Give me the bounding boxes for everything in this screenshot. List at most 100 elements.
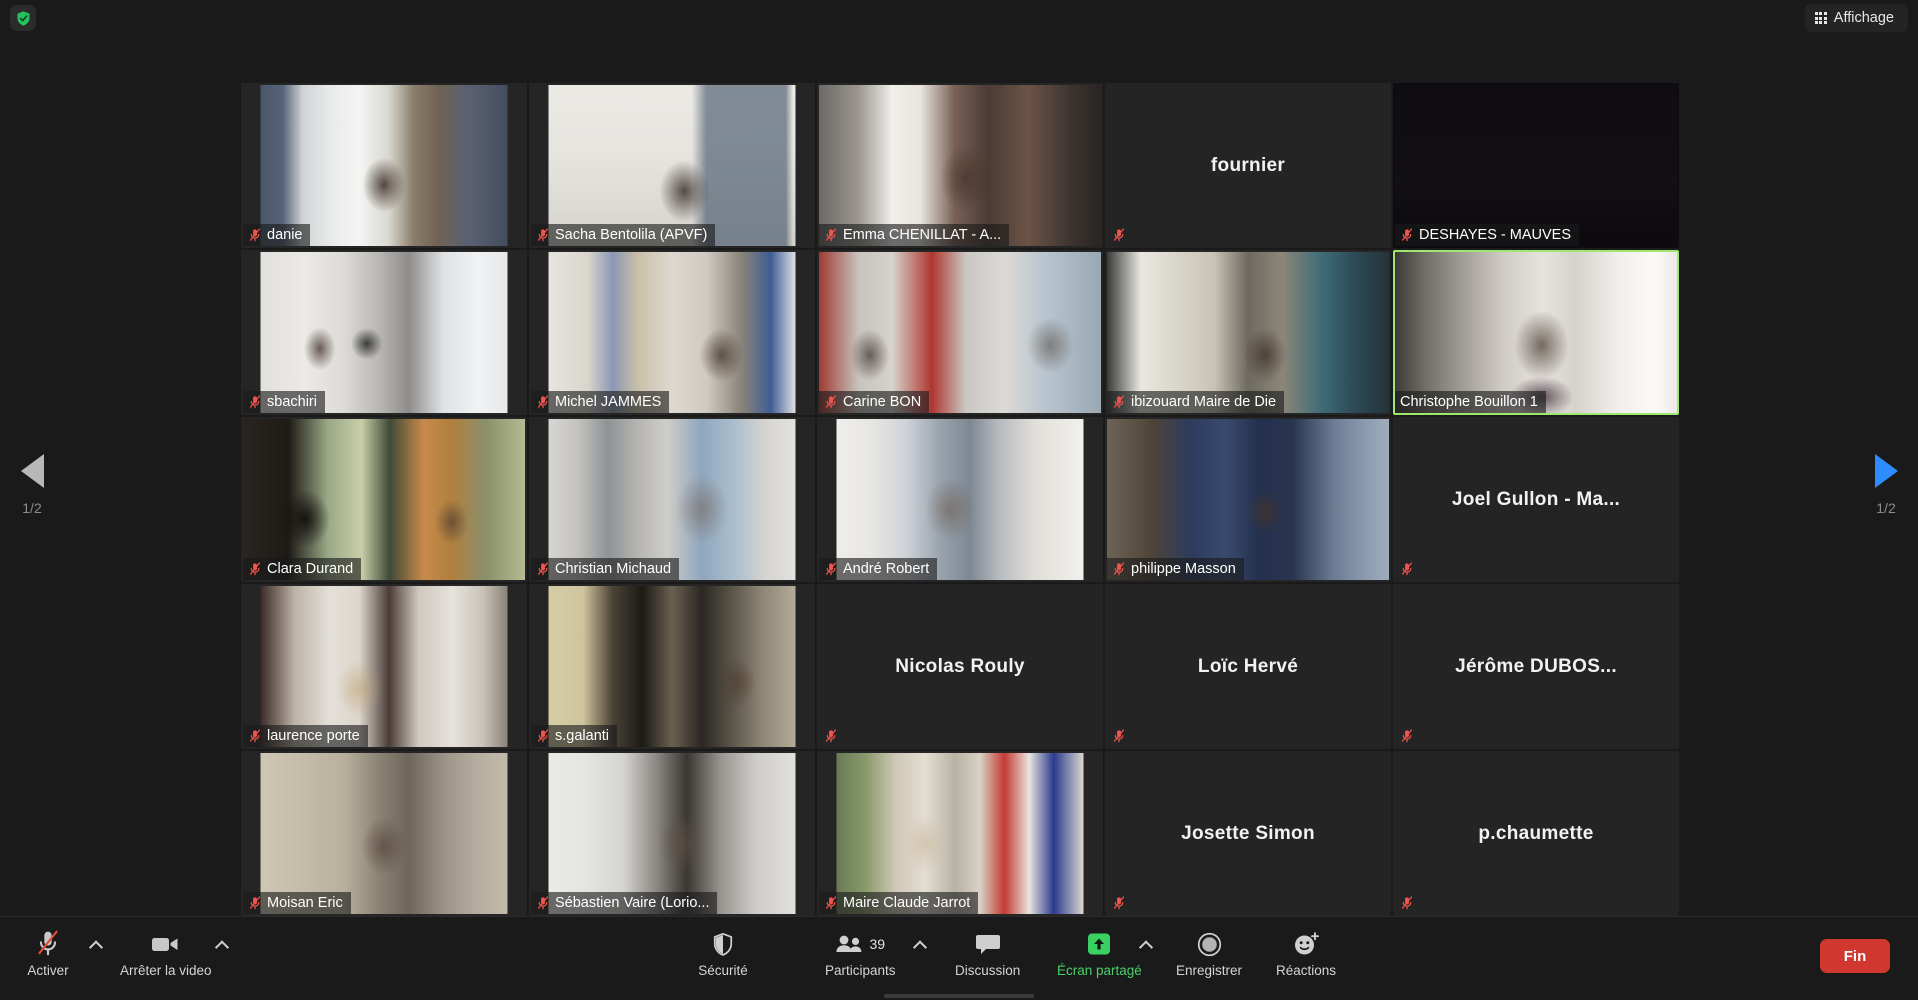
- audio-options-caret[interactable]: [89, 939, 103, 953]
- participants-icon: [836, 935, 862, 952]
- participant-name-plate: Michel JAMMES: [531, 391, 670, 413]
- muted-microphone-icon: [1113, 729, 1125, 743]
- mute-indicator: [1395, 892, 1417, 914]
- participant-video: [1107, 252, 1389, 413]
- participant-tile[interactable]: s.galanti: [529, 584, 815, 749]
- security-shield-badge[interactable]: [10, 5, 36, 31]
- mute-indicator: [1395, 725, 1417, 747]
- participant-center-name: p.chaumette: [1478, 822, 1594, 844]
- participant-tile[interactable]: ibizouard Maire de Die: [1105, 250, 1391, 415]
- participant-name: Christian Michaud: [555, 561, 672, 577]
- participant-video: [531, 252, 813, 413]
- muted-microphone-icon: [825, 896, 837, 910]
- participant-video: [819, 419, 1101, 580]
- chat-button[interactable]: Discussion: [955, 927, 1020, 978]
- participant-tile[interactable]: DESHAYES - MAUVES: [1393, 83, 1679, 248]
- muted-microphone-icon: [1401, 896, 1413, 910]
- participants-button[interactable]: 39 Participants: [825, 927, 896, 978]
- participant-video: [531, 586, 813, 747]
- mute-indicator: [1107, 725, 1129, 747]
- muted-microphone-icon: [249, 729, 261, 743]
- participant-tile[interactable]: Sébastien Vaire (Lorio...: [529, 751, 815, 916]
- mute-button[interactable]: Activer: [22, 927, 74, 978]
- participant-tile[interactable]: Joel Gullon - Ma...: [1393, 417, 1679, 582]
- participant-tile[interactable]: Moisan Eric: [241, 751, 527, 916]
- home-indicator: [884, 994, 1034, 998]
- participant-name: philippe Masson: [1131, 561, 1236, 577]
- participant-center-name: Joel Gullon - Ma...: [1451, 488, 1621, 510]
- muted-microphone-icon: [249, 395, 261, 409]
- participant-tile[interactable]: danie: [241, 83, 527, 248]
- view-button-label: Affichage: [1833, 10, 1894, 26]
- video-options-caret[interactable]: [215, 939, 229, 953]
- share-screen-icon: [1085, 927, 1113, 961]
- previous-page-button[interactable]: 1/2: [2, 454, 62, 516]
- participant-name: Christophe Bouillon 1: [1400, 394, 1538, 410]
- participants-button-label: Participants: [825, 963, 896, 978]
- participant-name-plate: André Robert: [819, 558, 938, 580]
- muted-microphone-icon: [1401, 729, 1413, 743]
- participant-name-plate: Moisan Eric: [243, 892, 351, 914]
- participant-name-plate: DESHAYES - MAUVES: [1395, 224, 1580, 246]
- participant-name-plate: laurence porte: [243, 725, 368, 747]
- next-page-button[interactable]: 1/2: [1856, 454, 1916, 516]
- participant-name: ibizouard Maire de Die: [1131, 394, 1277, 410]
- participant-tile[interactable]: Jérôme DUBOS...: [1393, 584, 1679, 749]
- record-button[interactable]: Enregistrer: [1176, 927, 1242, 978]
- participant-tile[interactable]: Loïc Hervé: [1105, 584, 1391, 749]
- participant-name-plate: Sébastien Vaire (Lorio...: [531, 892, 718, 914]
- participant-tile[interactable]: Nicolas Rouly: [817, 584, 1103, 749]
- participant-video: [819, 85, 1101, 246]
- participant-tile[interactable]: Clara Durand: [241, 417, 527, 582]
- participant-tile[interactable]: Josette Simon: [1105, 751, 1391, 916]
- participant-tile[interactable]: Emma CHENILLAT - A...: [817, 83, 1103, 248]
- end-meeting-label: Fin: [1843, 947, 1867, 965]
- participant-tile[interactable]: André Robert: [817, 417, 1103, 582]
- participant-tile[interactable]: Sacha Bentolila (APVF): [529, 83, 815, 248]
- end-meeting-button[interactable]: Fin: [1820, 939, 1890, 973]
- reactions-button-label: Réactions: [1276, 963, 1337, 978]
- participant-tile[interactable]: p.chaumette: [1393, 751, 1679, 916]
- record-button-label: Enregistrer: [1176, 963, 1243, 978]
- participant-name: danie: [267, 227, 303, 243]
- participant-name: Michel JAMMES: [555, 394, 662, 410]
- pager-left-label: 1/2: [22, 500, 42, 516]
- security-button-label: Sécurité: [698, 963, 748, 978]
- participant-tile[interactable]: fournier: [1105, 83, 1391, 248]
- participant-tile[interactable]: sbachiri: [241, 250, 527, 415]
- participant-name: Clara Durand: [267, 561, 354, 577]
- reactions-button[interactable]: Réactions: [1276, 927, 1336, 978]
- participant-tile[interactable]: Christian Michaud: [529, 417, 815, 582]
- participant-video: [243, 753, 525, 914]
- participant-tile[interactable]: Maire Claude Jarrot: [817, 751, 1103, 916]
- participant-name-plate: philippe Masson: [1107, 558, 1244, 580]
- participant-tile[interactable]: Christophe Bouillon 1: [1393, 250, 1679, 415]
- smiley-plus-icon: [1292, 927, 1320, 961]
- muted-microphone-icon: [825, 562, 837, 576]
- stop-video-button[interactable]: Arrêter la video: [120, 927, 212, 978]
- participant-name-plate: s.galanti: [531, 725, 618, 747]
- participant-tile[interactable]: Carine BON: [817, 250, 1103, 415]
- participant-video: [243, 419, 525, 580]
- share-options-caret[interactable]: [1139, 939, 1153, 953]
- mute-indicator: [1107, 892, 1129, 914]
- participant-video: [243, 85, 525, 246]
- chat-bubble-icon: [975, 927, 1001, 961]
- security-button[interactable]: Sécurité: [697, 927, 749, 978]
- participants-options-caret[interactable]: [913, 939, 927, 953]
- participant-tile[interactable]: laurence porte: [241, 584, 527, 749]
- participant-name: Carine BON: [843, 394, 922, 410]
- pager-right-label: 1/2: [1876, 500, 1896, 516]
- share-screen-button-label: Écran partagé: [1057, 963, 1142, 978]
- participant-name-plate: Christophe Bouillon 1: [1395, 391, 1546, 413]
- share-screen-button[interactable]: Écran partagé: [1057, 927, 1142, 978]
- muted-microphone-icon: [825, 729, 837, 743]
- participant-tile[interactable]: Michel JAMMES: [529, 250, 815, 415]
- participant-name-plate: Maire Claude Jarrot: [819, 892, 979, 914]
- participant-tile[interactable]: philippe Masson: [1105, 417, 1391, 582]
- view-button[interactable]: Affichage: [1804, 4, 1908, 32]
- muted-microphone-icon: [825, 228, 837, 242]
- muted-microphone-icon: [249, 896, 261, 910]
- participant-video: [243, 252, 525, 413]
- participant-video: [531, 85, 813, 246]
